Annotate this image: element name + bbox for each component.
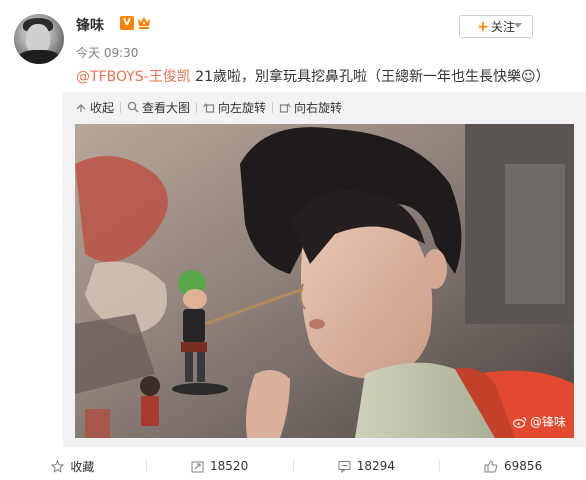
favorite-label: 收藏: [70, 459, 95, 474]
rotate-left-button[interactable]: 向左旋转: [203, 99, 266, 116]
favorite-button[interactable]: 收藏: [0, 452, 146, 480]
collapse-up-icon: [76, 104, 86, 112]
photo-watermark: @锋味: [512, 413, 566, 430]
repost-icon: [191, 461, 204, 472]
thumbs-up-icon: [484, 459, 498, 472]
rotate-left-icon: [203, 103, 215, 113]
rotate-right-label: 向右旋转: [294, 100, 343, 115]
weibo-logo-icon: [512, 416, 527, 428]
divider: [120, 101, 122, 113]
rotate-right-button[interactable]: 向右旋转: [279, 99, 342, 116]
star-icon: [51, 459, 65, 473]
media-toolbar: 收起 查看大图 向左旋转 向右旋转: [75, 98, 342, 116]
username[interactable]: 锋味: [76, 15, 104, 35]
post-footer: 收藏 18520 18294 69856: [0, 452, 586, 480]
comment-count: 18294: [356, 459, 395, 473]
follow-button[interactable]: + 关注: [459, 15, 533, 38]
rotate-left-label: 向左旋转: [218, 100, 267, 115]
plus-icon: +: [477, 18, 489, 35]
photo-illustration: [75, 124, 574, 438]
avatar[interactable]: [14, 14, 64, 64]
post-body: 21歲啦，別拿玩具挖鼻孔啦（王總新一年也生長快樂☺）: [190, 69, 550, 85]
watermark-text: @锋味: [529, 415, 566, 429]
member-crown-icon[interactable]: [137, 15, 151, 30]
chevron-down-icon: [514, 23, 522, 28]
view-large-button[interactable]: 查看大图: [127, 99, 190, 116]
verified-badge-icon[interactable]: V: [120, 16, 134, 30]
like-count: 69856: [504, 459, 543, 473]
post-text: @TFBOYS-王俊凯 21歲啦，別拿玩具挖鼻孔啦（王總新一年也生長快樂☺）: [76, 66, 550, 86]
post-photo[interactable]: @锋味: [75, 124, 574, 438]
view-large-label: 查看大图: [142, 100, 191, 115]
rotate-right-icon: [279, 103, 291, 113]
divider: [272, 101, 274, 113]
comment-icon: [338, 460, 351, 473]
mention-link[interactable]: @TFBOYS-王俊凯: [76, 69, 191, 85]
like-button[interactable]: 69856: [440, 452, 586, 480]
post-header: 锋味 V 今天 09:30 + 关注 @TFBOYS-王俊凯 21歲啦，別拿玩具…: [0, 0, 586, 92]
follow-label: 关注: [490, 20, 515, 34]
collapse-label: 收起: [90, 100, 115, 115]
repost-button[interactable]: 18520: [147, 452, 293, 480]
comment-button[interactable]: 18294: [294, 452, 440, 480]
collapse-button[interactable]: 收起: [75, 99, 114, 116]
post-timestamp[interactable]: 今天 09:30: [76, 44, 138, 61]
repost-count: 18520: [210, 459, 249, 473]
divider: [196, 101, 198, 113]
avatar-body: [18, 50, 60, 64]
magnify-icon: [127, 101, 139, 113]
